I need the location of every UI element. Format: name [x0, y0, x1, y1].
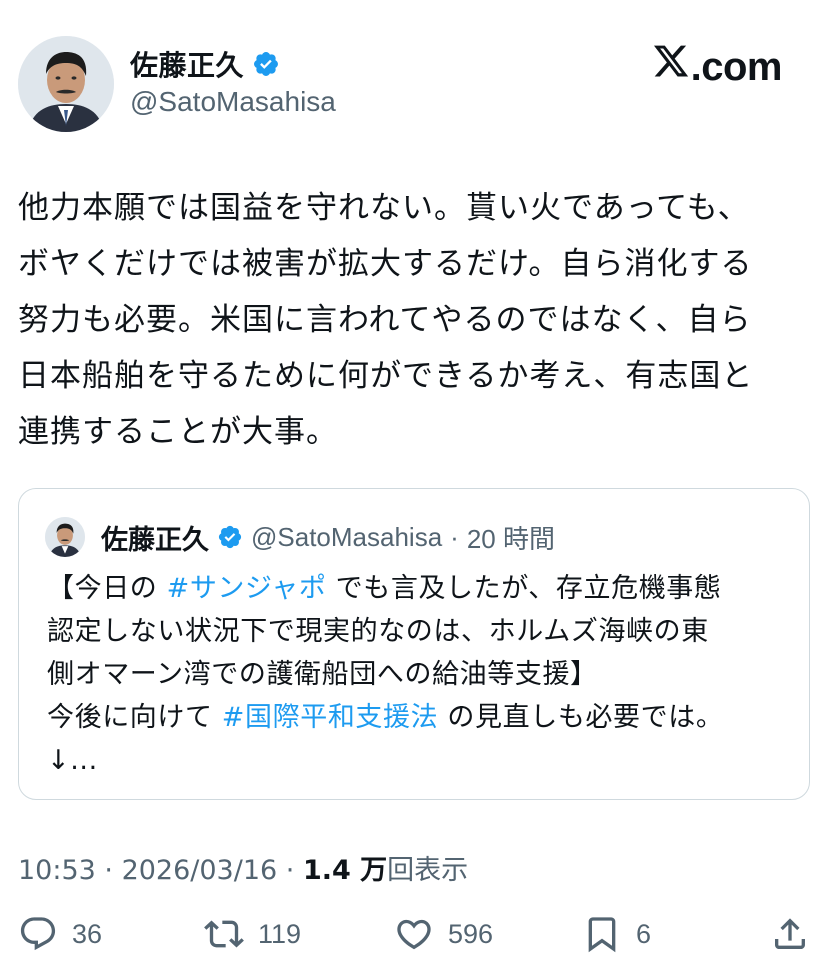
post-date[interactable]: 2026/03/16	[122, 855, 278, 886]
like-button[interactable]: 596	[394, 914, 493, 954]
action-bar: 36 119 596 6	[0, 914, 828, 954]
share-icon	[775, 918, 805, 949]
reply-button[interactable]: 36	[18, 914, 102, 954]
avatar-photo	[18, 36, 114, 132]
views-label: 回表示	[387, 855, 469, 886]
brand-text: .com	[690, 45, 783, 89]
tweet-line: 連携することが大事。	[18, 414, 338, 450]
quote-line: ↓...	[47, 745, 98, 776]
tweet-line: ボヤくだけでは被害が拡大するだけ。自ら消化する	[18, 246, 753, 282]
quote-text-segment: 【今日の	[47, 573, 167, 604]
bookmark-count: 6	[636, 918, 652, 949]
quote-line: 【今日の #サンジャポ でも言及したが、存立危機事態	[47, 567, 797, 610]
quote-line: 認定しない状況下で現実的なのは、ホルムズ海峡の東	[47, 616, 709, 647]
author-handle[interactable]: @SatoMasahisa	[130, 86, 336, 118]
repost-button[interactable]: 119	[204, 914, 301, 954]
tweet-meta: 10:53 · 2026/03/16 · 1.4 万回表示	[18, 848, 468, 887]
post-time[interactable]: 10:53	[18, 855, 96, 886]
meta-separator: ·	[277, 855, 303, 886]
avatar-photo	[45, 517, 85, 557]
quote-line: 側オマーン湾での護衛船団への給油等支援】	[47, 659, 598, 690]
share-button[interactable]	[770, 914, 810, 954]
meta-separator: ·	[95, 855, 122, 886]
verified-badge-icon[interactable]	[217, 524, 243, 550]
quote-text: 【今日の #サンジャポ でも言及したが、存立危機事態 認定しない状況下で現実的な…	[47, 567, 797, 782]
tweet-line: 努力も必要。米国に言われてやるのではなく、自ら	[18, 302, 752, 338]
reply-count: 36	[72, 918, 103, 949]
views-count: 1.4 万	[302, 855, 388, 886]
verified-badge-icon[interactable]	[252, 50, 280, 78]
quote-separator: ·	[450, 521, 459, 552]
tweet-text: 他力本願では国益を守れない。貰い火であっても、 ボヤくだけでは被害が拡大するだけ…	[18, 180, 808, 460]
tweet-line: 日本船舶を守るために何ができるか考え、有志国と	[18, 358, 754, 394]
avatar[interactable]	[18, 36, 114, 132]
quote-avatar[interactable]	[45, 517, 85, 557]
x-brand[interactable]: .com	[651, 42, 783, 90]
repost-count: 119	[258, 918, 302, 949]
hashtag-link[interactable]: #国際平和支援法	[222, 702, 438, 733]
quote-handle[interactable]: @SatoMasahisa	[251, 522, 442, 553]
quote-text-segment: の見直しも必要では。	[438, 702, 724, 733]
x-logo-icon	[653, 45, 688, 77]
bookmark-button[interactable]: 6	[582, 914, 651, 954]
tweet-line: 他力本願では国益を守れない。貰い火であっても、	[18, 190, 750, 226]
quote-text-segment: でも言及したが、存立危機事態	[326, 573, 722, 604]
quote-text-segment: 今後に向けて	[47, 702, 222, 733]
reply-icon	[20, 917, 56, 951]
quote-line: 今後に向けて #国際平和支援法 の見直しも必要では。	[47, 696, 797, 739]
quote-timestamp[interactable]: 20 時間	[467, 519, 555, 556]
quoted-tweet[interactable]: 佐藤正久 @SatoMasahisa · 20 時間 【今日の #サンジャポ で…	[18, 488, 810, 800]
heart-icon	[397, 919, 431, 950]
quote-display-name[interactable]: 佐藤正久	[101, 518, 209, 557]
author-display-name[interactable]: 佐藤正久	[130, 44, 244, 84]
hashtag-link[interactable]: #サンジャポ	[167, 573, 327, 604]
bookmark-icon	[588, 917, 616, 953]
like-count: 596	[448, 918, 494, 949]
repost-icon	[204, 920, 244, 948]
